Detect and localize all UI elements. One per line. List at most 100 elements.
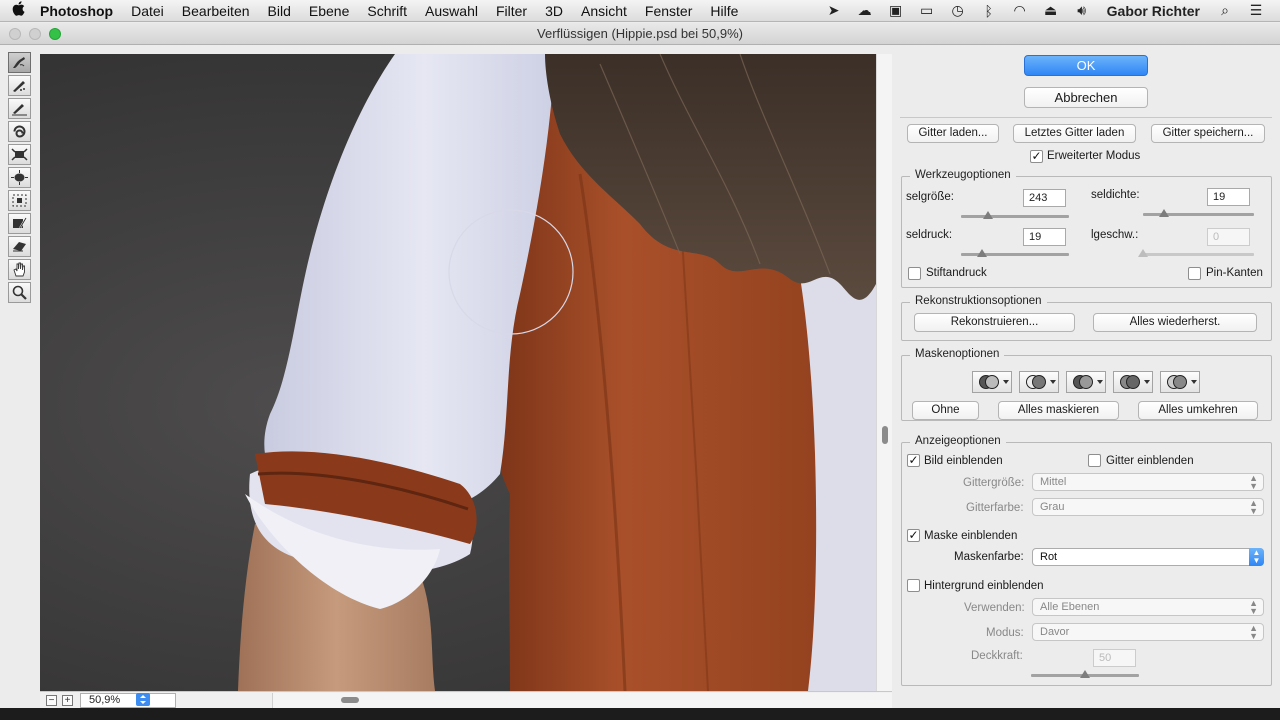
horizontal-scrollbar[interactable] (272, 693, 892, 708)
hand-tool-icon[interactable] (8, 259, 31, 280)
show-mask-label: Maske einblenden (924, 530, 1018, 542)
show-mask-checkbox[interactable]: ✓ (907, 529, 920, 542)
volume-icon[interactable]: 🔊︎ (1072, 2, 1092, 19)
menu-ebene[interactable]: Ebene (300, 3, 358, 19)
menu-filter[interactable]: Filter (487, 3, 536, 19)
menu-ansicht[interactable]: Ansicht (572, 3, 636, 19)
wifi-icon[interactable]: ◠ (1010, 2, 1030, 19)
bluetooth-icon[interactable]: ᛒ (979, 3, 999, 19)
vertical-scrollbar[interactable] (876, 54, 892, 691)
replace-selection-icon[interactable] (972, 371, 1012, 393)
mask-all-button[interactable]: Alles maskieren (998, 401, 1119, 420)
intersect-selection-icon[interactable] (1113, 371, 1153, 393)
menu-schrift[interactable]: Schrift (358, 3, 416, 19)
thaw-mask-tool-icon[interactable] (8, 236, 31, 257)
push-left-tool-icon[interactable] (8, 190, 31, 211)
save-mesh-button[interactable]: Gitter speichern... (1151, 124, 1265, 143)
show-mesh-label: Gitter einblenden (1106, 455, 1194, 467)
zoom-level-stepper[interactable] (136, 693, 150, 706)
menu-datei[interactable]: Datei (122, 3, 173, 19)
zoom-out-button[interactable]: − (46, 695, 57, 706)
freeze-mask-tool-icon[interactable] (8, 213, 31, 234)
show-image-checkbox[interactable]: ✓ (907, 454, 920, 467)
eject-icon[interactable]: ⏏ (1041, 2, 1061, 19)
subtract-from-selection-icon[interactable] (1066, 371, 1106, 393)
invert-selection-icon[interactable] (1160, 371, 1200, 393)
menu-fenster[interactable]: Fenster (636, 3, 701, 19)
screenshot-icon[interactable]: ▣ (886, 2, 906, 19)
menu-3d[interactable]: 3D (536, 3, 572, 19)
menu-auswahl[interactable]: Auswahl (416, 3, 487, 19)
horizontal-scroll-thumb[interactable] (341, 697, 359, 703)
mesh-color-label: Gitterfarbe: (966, 502, 1024, 514)
brush-pressure-field[interactable]: 19 (1023, 228, 1066, 246)
stylus-pressure-label: Stiftandruck (926, 267, 987, 279)
brush-pressure-label: seldruck: (906, 229, 953, 241)
airplay-icon[interactable]: ▭ (917, 2, 937, 19)
mesh-color-value: Grau (1040, 501, 1065, 513)
restore-all-button[interactable]: Alles wiederherst. (1093, 313, 1257, 332)
time-machine-icon[interactable]: ◷ (948, 2, 968, 19)
zoom-level-field[interactable]: 50,9% (80, 693, 176, 708)
zoom-in-button[interactable]: + (62, 695, 73, 706)
reconstruct-options-title: Rekonstruktionsoptionen (910, 295, 1047, 307)
select-arrows-icon: ▲ ▼ (1249, 473, 1258, 491)
forward-warp-tool-icon[interactable] (8, 52, 31, 73)
invert-all-button[interactable]: Alles umkehren (1138, 401, 1258, 420)
pin-edges-checkbox[interactable] (1188, 267, 1201, 280)
minimize-window-button[interactable] (29, 28, 41, 40)
brush-size-slider[interactable] (961, 211, 1069, 221)
zoom-tool-icon[interactable] (8, 282, 31, 303)
menu-bearbeiten[interactable]: Bearbeiten (173, 3, 259, 19)
brush-size-field[interactable]: 243 (1023, 189, 1066, 207)
bloat-tool-icon[interactable] (8, 167, 31, 188)
cloud-icon[interactable]: ☁ (855, 2, 875, 19)
cancel-button[interactable]: Abbrechen (1024, 87, 1148, 108)
show-mesh-checkbox[interactable] (1088, 454, 1101, 467)
twirl-clockwise-tool-icon[interactable] (8, 121, 31, 142)
user-name[interactable]: Gabor Richter (1103, 3, 1204, 19)
list-icon[interactable]: ☰ (1246, 2, 1266, 19)
mesh-size-select: Mittel ▲ ▼ (1032, 473, 1264, 491)
pin-edges-label: Pin-Kanten (1206, 267, 1263, 279)
select-arrows-icon: ▲ ▼ (1249, 623, 1258, 641)
search-icon[interactable]: ⌕ (1215, 2, 1235, 19)
close-window-button[interactable] (9, 28, 21, 40)
status-bar: − + 50,9% (40, 691, 892, 708)
ok-button[interactable]: OK (1024, 55, 1148, 76)
mode-value: Davor (1040, 626, 1070, 638)
brush-size-label: selgröße: (906, 191, 954, 203)
menu-hilfe[interactable]: Hilfe (701, 3, 747, 19)
show-backdrop-checkbox[interactable] (907, 579, 920, 592)
brush-rate-label: lgeschw.: (1091, 229, 1139, 241)
window-title: Verflüssigen (Hippie.psd bei 50,9%) (537, 26, 743, 41)
add-to-selection-icon[interactable] (1019, 371, 1059, 393)
load-last-mesh-button[interactable]: Letztes Gitter laden (1013, 124, 1136, 143)
opacity-slider (1031, 670, 1139, 680)
load-mesh-button[interactable]: Gitter laden... (907, 124, 999, 143)
mesh-size-value: Mittel (1040, 476, 1067, 488)
reconstruct-tool-icon[interactable] (8, 75, 31, 96)
apple-icon[interactable] (0, 1, 36, 20)
mask-color-select[interactable]: Rot ▲ ▼ (1032, 548, 1264, 566)
advanced-mode-checkbox[interactable]: ✓ (1030, 150, 1043, 163)
tool-options-title: Werkzeugoptionen (910, 169, 1016, 181)
mode-select: Davor ▲ ▼ (1032, 623, 1264, 641)
mask-none-button[interactable]: Ohne (912, 401, 979, 420)
window-title-bar: Verflüssigen (Hippie.psd bei 50,9%) (0, 23, 1280, 45)
reconstruct-button[interactable]: Rekonstruieren... (914, 313, 1075, 332)
smooth-tool-icon[interactable] (8, 98, 31, 119)
preview-canvas[interactable] (40, 54, 876, 691)
brush-density-field[interactable]: 19 (1207, 188, 1250, 206)
brush-pressure-slider[interactable] (961, 249, 1069, 259)
menu-app-name[interactable]: Photoshop (36, 3, 122, 19)
brush-density-slider[interactable] (1143, 209, 1254, 219)
airmail-icon[interactable]: ➤ (824, 2, 844, 19)
vertical-scroll-thumb[interactable] (882, 426, 888, 444)
mask-options-title: Maskenoptionen (910, 348, 1005, 360)
show-image-label: Bild einblenden (924, 455, 1003, 467)
zoom-window-button[interactable] (49, 28, 61, 40)
pucker-tool-icon[interactable] (8, 144, 31, 165)
menu-bild[interactable]: Bild (259, 3, 300, 19)
stylus-pressure-checkbox[interactable] (908, 267, 921, 280)
